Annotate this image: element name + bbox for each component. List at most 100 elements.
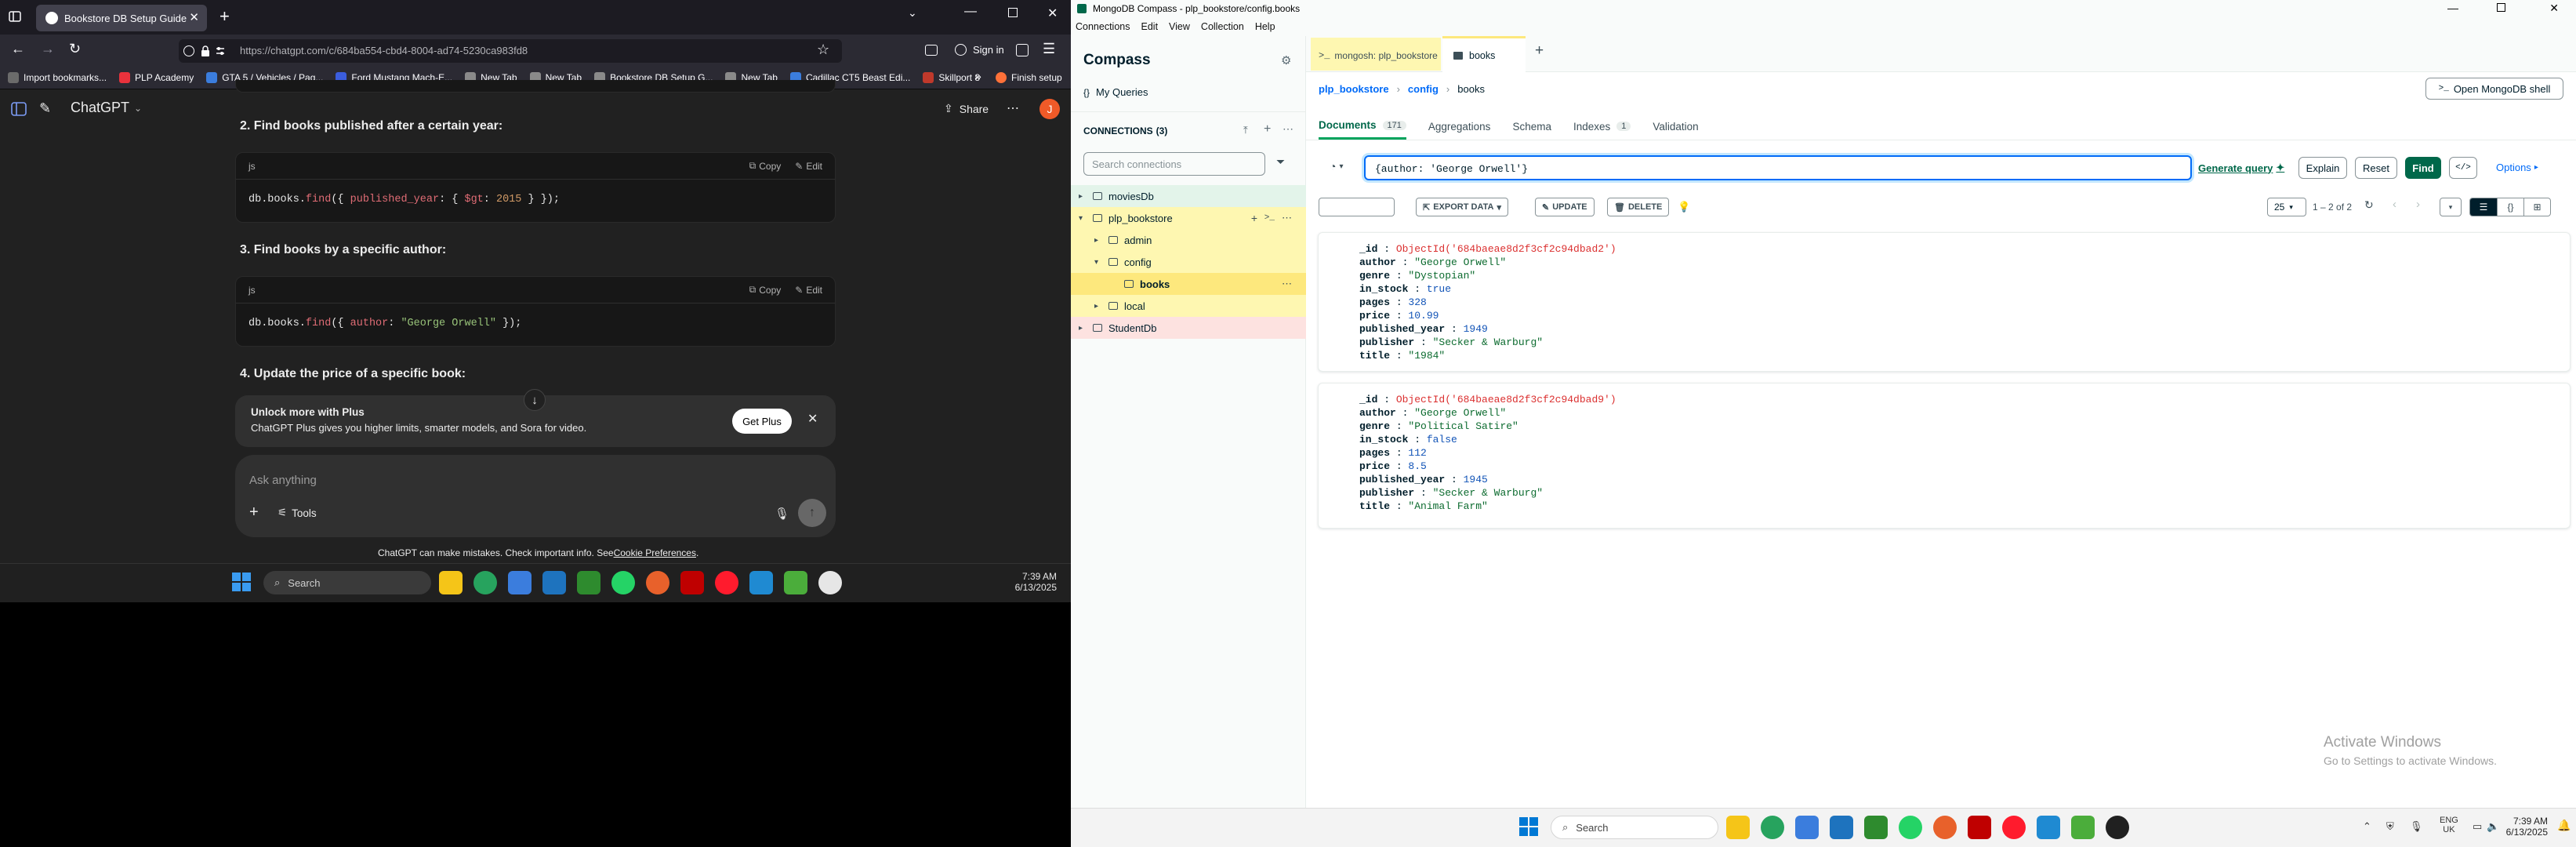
edge-icon[interactable]: [473, 571, 497, 594]
tree-item[interactable]: ▸ local: [1071, 295, 1306, 317]
taskbar-search[interactable]: ⌕ Search: [263, 571, 431, 594]
filezilla-icon[interactable]: [1968, 816, 1991, 839]
query-history-button[interactable]: ◔ ▾: [1330, 160, 1344, 173]
new-chat-icon[interactable]: ✎: [39, 100, 51, 117]
store-icon[interactable]: [508, 571, 532, 594]
add-attachment-icon[interactable]: +: [249, 503, 259, 522]
open-shell-icon[interactable]: >_: [1264, 213, 1275, 223]
document-field[interactable]: title : "1984": [1359, 349, 1616, 362]
user-avatar[interactable]: J: [1039, 99, 1060, 119]
chatgpt-sidebar-icon[interactable]: [11, 102, 27, 116]
bookmark-item[interactable]: Skillport 8: [923, 72, 980, 83]
update-button[interactable]: ✎ UPDATE: [1535, 198, 1595, 216]
more-icon[interactable]: ⋯: [1282, 212, 1292, 224]
more-bookmarks-icon[interactable]: »: [975, 70, 981, 82]
document-field[interactable]: published_year : 1949: [1359, 322, 1616, 336]
taskbar-search[interactable]: ⌕ Search: [1551, 816, 1718, 839]
filezilla-icon[interactable]: [680, 571, 704, 594]
document-field[interactable]: publisher : "Secker & Warburg": [1359, 336, 1616, 349]
document-field[interactable]: title : "Animal Farm": [1359, 500, 1616, 513]
forward-icon[interactable]: →: [41, 41, 55, 57]
menu-icon[interactable]: ☰: [1043, 41, 1055, 57]
menu-connections[interactable]: Connections: [1076, 21, 1130, 32]
model-selector[interactable]: ChatGPT ⌄: [71, 100, 142, 116]
caret-down-icon[interactable]: ▾: [1094, 258, 1102, 267]
refresh-icon[interactable]: ↻: [2364, 198, 2374, 212]
chatgpt-taskbar-icon[interactable]: [2106, 816, 2129, 839]
document-field[interactable]: _id : ObjectId('684baeae8d2f3cf2c94dbad2…: [1359, 242, 1616, 256]
document-field[interactable]: pages : 328: [1359, 296, 1616, 309]
collapse-all-icon[interactable]: ⤒: [1243, 124, 1248, 136]
generate-query-link[interactable]: Generate query ✦: [2198, 162, 2284, 174]
create-database-icon[interactable]: +: [1251, 212, 1257, 224]
vscode-icon[interactable]: [749, 571, 773, 594]
document-field[interactable]: in_stock : false: [1359, 433, 1616, 446]
taskbar-clock[interactable]: 7:39 AM 6/13/2025: [1014, 571, 1057, 593]
document-field[interactable]: price : 8.5: [1359, 460, 1616, 473]
caret-right-icon[interactable]: ▸: [1094, 236, 1102, 245]
tab-mongosh[interactable]: >_ mongosh: plp_bookstore: [1311, 38, 1441, 71]
list-view-icon[interactable]: ☰: [2470, 198, 2497, 216]
caret-right-icon[interactable]: ▸: [1079, 192, 1087, 201]
document-field[interactable]: genre : "Dystopian": [1359, 269, 1616, 282]
copy-button[interactable]: ⧉ Copy: [749, 284, 782, 296]
compass-maximize-icon[interactable]: [2497, 3, 2505, 12]
network-icon[interactable]: ▭: [2473, 820, 2482, 833]
settings-gear-icon[interactable]: ⚙: [1281, 53, 1291, 67]
tray-security-icon[interactable]: ⛨: [2386, 820, 2394, 833]
firefox-taskbar-icon[interactable]: [646, 571, 669, 594]
bookmark-item[interactable]: PLP Academy: [119, 72, 194, 83]
tree-item[interactable]: books ⋯: [1071, 273, 1306, 295]
maximize-icon[interactable]: [1008, 8, 1018, 17]
lightbulb-icon[interactable]: 💡: [1678, 201, 1690, 213]
document-field[interactable]: _id : ObjectId('684baeae8d2f3cf2c94dbad9…: [1359, 393, 1616, 406]
menu-view[interactable]: View: [1169, 21, 1190, 32]
notepad-icon[interactable]: [784, 571, 807, 594]
permissions-icon[interactable]: [215, 45, 226, 56]
tracking-shield-icon[interactable]: [183, 45, 194, 56]
table-view-icon[interactable]: ⊞: [2523, 198, 2550, 216]
outlook-icon[interactable]: [542, 571, 566, 594]
back-icon[interactable]: ←: [11, 41, 25, 57]
taskbar-clock[interactable]: 7:39 AM 6/13/2025: [2505, 816, 2548, 838]
sidebar-toggle-icon[interactable]: [8, 9, 22, 24]
xbox-icon[interactable]: [1864, 816, 1888, 839]
add-data-button[interactable]: ⊕ ADD DATA ▾: [1319, 198, 1395, 216]
share-button[interactable]: ⇪ Share: [944, 102, 989, 115]
find-button[interactable]: Find: [2405, 157, 2441, 179]
tree-item[interactable]: ▸ moviesDb: [1071, 185, 1306, 207]
opera-icon[interactable]: [715, 571, 738, 594]
new-workspace-tab-icon[interactable]: +: [1535, 42, 1544, 60]
compass-close-icon[interactable]: ✕: [2549, 2, 2559, 15]
tree-item[interactable]: ▾ config: [1071, 251, 1306, 273]
tree-item[interactable]: ▸ StudentDb: [1071, 317, 1306, 339]
finish-setup-link[interactable]: Finish setup: [996, 66, 1062, 89]
menu-collection[interactable]: Collection: [1201, 21, 1244, 32]
search-connections-input[interactable]: Search connections: [1083, 152, 1265, 176]
lock-icon[interactable]: [201, 45, 210, 56]
caret-right-icon[interactable]: ▸: [1079, 324, 1087, 333]
tree-item[interactable]: ▾ plp_bookstore + >_ ⋯: [1071, 207, 1306, 229]
query-filter-input[interactable]: {author: 'George Orwell'}: [1364, 155, 2192, 180]
next-page-icon[interactable]: ›: [2416, 198, 2420, 211]
document-field[interactable]: pages : 112: [1359, 446, 1616, 460]
breadcrumb-database[interactable]: plp_bookstore: [1319, 83, 1389, 95]
whatsapp-icon[interactable]: [611, 571, 635, 594]
language-indicator[interactable]: ENG UK: [2440, 816, 2458, 834]
bookmark-star-icon[interactable]: ☆: [817, 42, 829, 58]
caret-right-icon[interactable]: ▸: [1094, 302, 1102, 311]
more-options-icon[interactable]: ⋯: [1007, 100, 1019, 116]
get-plus-button[interactable]: Get Plus: [732, 409, 792, 434]
chat-input[interactable]: Ask anything: [249, 474, 317, 487]
volume-icon[interactable]: 🔈: [2487, 820, 2499, 833]
tools-button[interactable]: ⚟ Tools: [278, 507, 317, 519]
pocket-icon[interactable]: [925, 45, 938, 56]
vscode-icon[interactable]: [2037, 816, 2060, 839]
explain-button[interactable]: Explain: [2298, 157, 2347, 179]
store-icon[interactable]: [1795, 816, 1819, 839]
windows-start-icon[interactable]: [230, 571, 252, 593]
url-text[interactable]: https://chatgpt.com/c/684ba554-cbd4-8004…: [240, 45, 528, 56]
subtab-validation[interactable]: Validation: [1653, 113, 1698, 140]
file-explorer-icon[interactable]: [439, 571, 463, 594]
microphone-icon[interactable]: 🎙: [775, 507, 789, 521]
